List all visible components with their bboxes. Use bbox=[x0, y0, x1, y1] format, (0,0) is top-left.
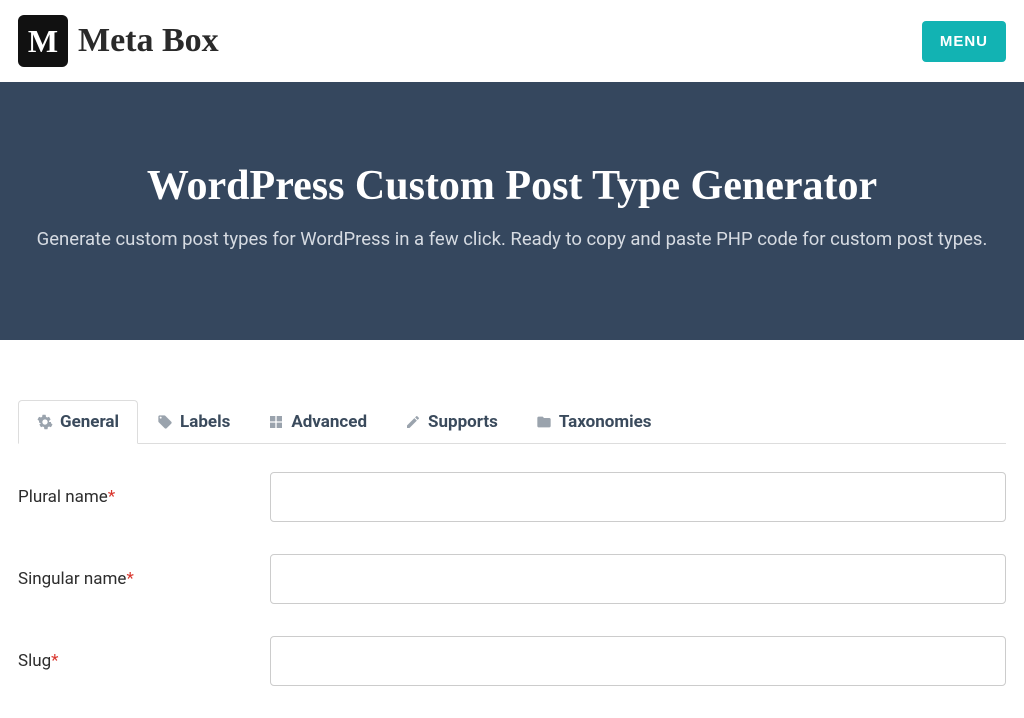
field-row-slug: Slug* bbox=[18, 636, 1006, 686]
hero: WordPress Custom Post Type Generator Gen… bbox=[0, 82, 1024, 340]
plural-name-label: Plural name* bbox=[18, 487, 270, 507]
slug-label: Slug* bbox=[18, 651, 270, 671]
tab-supports[interactable]: Supports bbox=[386, 400, 517, 444]
tab-advanced[interactable]: Advanced bbox=[249, 400, 386, 444]
plural-name-input[interactable] bbox=[270, 472, 1006, 522]
tab-label: Taxonomies bbox=[559, 412, 652, 432]
grid-icon bbox=[268, 414, 284, 430]
singular-name-input[interactable] bbox=[270, 554, 1006, 604]
tab-taxonomies[interactable]: Taxonomies bbox=[517, 400, 671, 444]
tab-label: Labels bbox=[180, 412, 230, 432]
tab-label: Supports bbox=[428, 412, 498, 432]
singular-name-label: Singular name* bbox=[18, 569, 270, 589]
tag-icon bbox=[157, 414, 173, 430]
tab-labels[interactable]: Labels bbox=[138, 400, 249, 444]
tabs: General Labels Advanced Supports Taxonom… bbox=[18, 400, 1006, 444]
slug-input[interactable] bbox=[270, 636, 1006, 686]
logo[interactable]: M Meta Box bbox=[18, 15, 219, 67]
field-row-plural: Plural name* bbox=[18, 472, 1006, 522]
tab-general[interactable]: General bbox=[18, 400, 138, 444]
tab-label: Advanced bbox=[291, 412, 367, 432]
folder-icon bbox=[536, 414, 552, 430]
form-general: Plural name* Singular name* Slug* bbox=[18, 444, 1006, 686]
logo-text: Meta Box bbox=[78, 22, 219, 60]
header: M Meta Box MENU bbox=[0, 0, 1024, 82]
page-subtitle: Generate custom post types for WordPress… bbox=[18, 228, 1006, 250]
content: General Labels Advanced Supports Taxonom… bbox=[0, 340, 1024, 686]
menu-button[interactable]: MENU bbox=[922, 21, 1006, 62]
pencil-icon bbox=[405, 414, 421, 430]
logo-mark-icon: M bbox=[18, 15, 68, 67]
field-row-singular: Singular name* bbox=[18, 554, 1006, 604]
page-title: WordPress Custom Post Type Generator bbox=[18, 162, 1006, 210]
gear-icon bbox=[37, 414, 53, 430]
tab-label: General bbox=[60, 412, 119, 432]
